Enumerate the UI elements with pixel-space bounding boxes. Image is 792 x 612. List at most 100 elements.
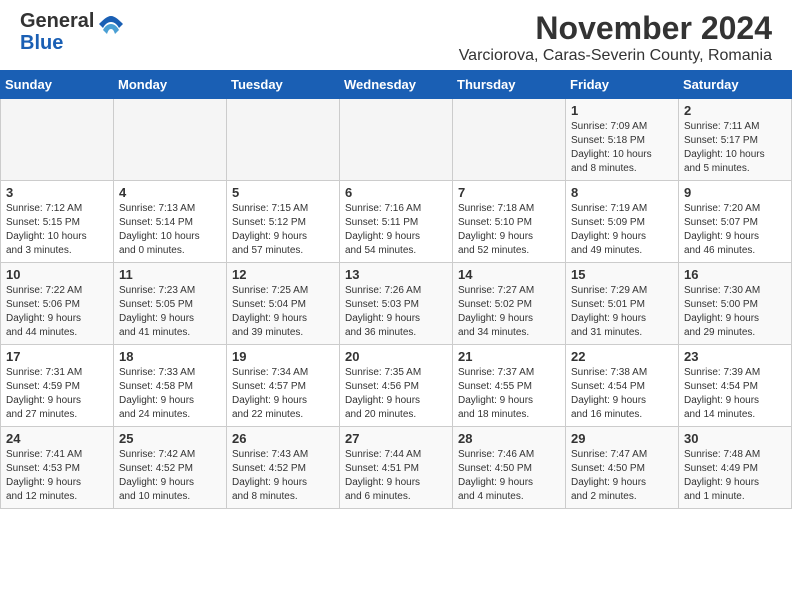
day-info: Sunrise: 7:25 AM Sunset: 5:04 PM Dayligh… [232, 284, 334, 340]
day-number: 22 [571, 349, 673, 364]
calendar-cell: 2Sunrise: 7:11 AM Sunset: 5:17 PM Daylig… [679, 99, 792, 181]
day-number: 1 [571, 103, 673, 118]
calendar-cell: 12 Sunrise: 7:25 AM Sunset: 5:04 PM Dayli… [227, 263, 340, 345]
day-number: 23 [684, 349, 786, 364]
calendar-cell: 11 Sunrise: 7:23 AM Sunset: 5:05 PM Dayli… [114, 263, 227, 345]
day-number: 15 [571, 267, 673, 282]
weekday-header-wednesday: Wednesday [340, 71, 453, 99]
week-row-0: 1 Sunrise: 7:09 AM Sunset: 5:18 PM Daylig… [1, 99, 792, 181]
day-info: Sunrise: 7:33 AM Sunset: 4:58 PM Dayligh… [119, 366, 221, 422]
calendar-cell: 19Sunrise: 7:34 AM Sunset: 4:57 PM Dayli… [227, 345, 340, 427]
calendar-cell: 30Sunrise: 7:48 AM Sunset: 4:49 PM Dayli… [679, 427, 792, 509]
calendar-cell: 10 Sunrise: 7:22 AM Sunset: 5:06 PM Dayli… [1, 263, 114, 345]
calendar-cell: 27 Sunrise: 7:44 AM Sunset: 4:51 PM Dayli… [340, 427, 453, 509]
title-section: November 2024 Varciorova, Caras-Severin … [459, 10, 772, 65]
calendar-cell: 16 Sunrise: 7:30 AM Sunset: 5:00 PM Dayli… [679, 263, 792, 345]
day-number: 26 [232, 431, 334, 446]
weekday-header-thursday: Thursday [453, 71, 566, 99]
day-info: Sunrise: 7:39 AM Sunset: 4:54 PM Dayligh… [684, 366, 786, 422]
calendar-cell: 23 Sunrise: 7:39 AM Sunset: 4:54 PM Dayli… [679, 345, 792, 427]
day-info: Sunrise: 7:43 AM Sunset: 4:52 PM Dayligh… [232, 448, 334, 504]
weekday-header-tuesday: Tuesday [227, 71, 340, 99]
day-info: Sunrise: 7:47 AM Sunset: 4:50 PM Dayligh… [571, 448, 673, 504]
day-number: 14 [458, 267, 560, 282]
calendar-cell: 25Sunrise: 7:42 AM Sunset: 4:52 PM Dayli… [114, 427, 227, 509]
calendar-cell: 26 Sunrise: 7:43 AM Sunset: 4:52 PM Dayli… [227, 427, 340, 509]
calendar-cell: 8Sunrise: 7:19 AM Sunset: 5:09 PM Daylig… [566, 181, 679, 263]
day-number: 28 [458, 431, 560, 446]
day-info: Sunrise: 7:11 AM Sunset: 5:17 PM Dayligh… [684, 120, 786, 176]
calendar-body: 1 Sunrise: 7:09 AM Sunset: 5:18 PM Daylig… [1, 99, 792, 509]
calendar-cell: 15 Sunrise: 7:29 AM Sunset: 5:01 PM Dayli… [566, 263, 679, 345]
month-title: November 2024 [459, 10, 772, 47]
day-number: 13 [345, 267, 447, 282]
calendar-cell [1, 99, 114, 181]
calendar-cell: 1 Sunrise: 7:09 AM Sunset: 5:18 PM Daylig… [566, 99, 679, 181]
calendar-cell: 24 Sunrise: 7:41 AM Sunset: 4:53 PM Dayli… [1, 427, 114, 509]
weekday-header-saturday: Saturday [679, 71, 792, 99]
week-row-4: 24 Sunrise: 7:41 AM Sunset: 4:53 PM Dayli… [1, 427, 792, 509]
location: Varciorova, Caras-Severin County, Romani… [459, 47, 772, 65]
calendar-cell [453, 99, 566, 181]
calendar-cell: 28 Sunrise: 7:46 AM Sunset: 4:50 PM Dayli… [453, 427, 566, 509]
day-info: Sunrise: 7:26 AM Sunset: 5:03 PM Dayligh… [345, 284, 447, 340]
day-number: 27 [345, 431, 447, 446]
calendar-cell [227, 99, 340, 181]
logo: General Blue [20, 10, 125, 54]
day-info: Sunrise: 7:37 AM Sunset: 4:55 PM Dayligh… [458, 366, 560, 422]
day-number: 3 [6, 185, 108, 200]
week-row-3: 17Sunrise: 7:31 AM Sunset: 4:59 PM Dayli… [1, 345, 792, 427]
week-row-2: 10 Sunrise: 7:22 AM Sunset: 5:06 PM Dayli… [1, 263, 792, 345]
day-info: Sunrise: 7:27 AM Sunset: 5:02 PM Dayligh… [458, 284, 560, 340]
calendar-cell: 29 Sunrise: 7:47 AM Sunset: 4:50 PM Dayli… [566, 427, 679, 509]
day-info: Sunrise: 7:44 AM Sunset: 4:51 PM Dayligh… [345, 448, 447, 504]
calendar-cell: 22 Sunrise: 7:38 AM Sunset: 4:54 PM Dayli… [566, 345, 679, 427]
day-info: Sunrise: 7:30 AM Sunset: 5:00 PM Dayligh… [684, 284, 786, 340]
day-info: Sunrise: 7:23 AM Sunset: 5:05 PM Dayligh… [119, 284, 221, 340]
logo-wave-icon [97, 14, 125, 42]
day-number: 29 [571, 431, 673, 446]
day-number: 30 [684, 431, 786, 446]
day-info: Sunrise: 7:46 AM Sunset: 4:50 PM Dayligh… [458, 448, 560, 504]
day-number: 5 [232, 185, 334, 200]
day-info: Sunrise: 7:42 AM Sunset: 4:52 PM Dayligh… [119, 448, 221, 504]
day-number: 10 [6, 267, 108, 282]
calendar-cell: 18 Sunrise: 7:33 AM Sunset: 4:58 PM Dayli… [114, 345, 227, 427]
day-number: 21 [458, 349, 560, 364]
day-info: Sunrise: 7:38 AM Sunset: 4:54 PM Dayligh… [571, 366, 673, 422]
day-info: Sunrise: 7:22 AM Sunset: 5:06 PM Dayligh… [6, 284, 108, 340]
day-number: 18 [119, 349, 221, 364]
day-info: Sunrise: 7:18 AM Sunset: 5:10 PM Dayligh… [458, 202, 560, 258]
calendar-cell: 9 Sunrise: 7:20 AM Sunset: 5:07 PM Daylig… [679, 181, 792, 263]
day-info: Sunrise: 7:09 AM Sunset: 5:18 PM Dayligh… [571, 120, 673, 176]
day-number: 7 [458, 185, 560, 200]
weekday-header-sunday: Sunday [1, 71, 114, 99]
day-number: 20 [345, 349, 447, 364]
day-info: Sunrise: 7:29 AM Sunset: 5:01 PM Dayligh… [571, 284, 673, 340]
day-number: 9 [684, 185, 786, 200]
week-row-1: 3Sunrise: 7:12 AM Sunset: 5:15 PM Daylig… [1, 181, 792, 263]
calendar-cell: 13 Sunrise: 7:26 AM Sunset: 5:03 PM Dayli… [340, 263, 453, 345]
calendar-cell: 21 Sunrise: 7:37 AM Sunset: 4:55 PM Dayli… [453, 345, 566, 427]
calendar-cell: 5 Sunrise: 7:15 AM Sunset: 5:12 PM Daylig… [227, 181, 340, 263]
weekday-header-friday: Friday [566, 71, 679, 99]
day-number: 4 [119, 185, 221, 200]
weekday-header-monday: Monday [114, 71, 227, 99]
page-header: General Blue November 2024 Varciorova, C… [0, 0, 792, 70]
day-info: Sunrise: 7:16 AM Sunset: 5:11 PM Dayligh… [345, 202, 447, 258]
logo-blue: Blue [20, 32, 63, 54]
day-number: 24 [6, 431, 108, 446]
day-info: Sunrise: 7:20 AM Sunset: 5:07 PM Dayligh… [684, 202, 786, 258]
calendar-cell: 20 Sunrise: 7:35 AM Sunset: 4:56 PM Dayli… [340, 345, 453, 427]
logo-general: General [20, 10, 94, 32]
day-info: Sunrise: 7:15 AM Sunset: 5:12 PM Dayligh… [232, 202, 334, 258]
day-number: 11 [119, 267, 221, 282]
day-number: 12 [232, 267, 334, 282]
calendar-cell: 6Sunrise: 7:16 AM Sunset: 5:11 PM Daylig… [340, 181, 453, 263]
day-number: 16 [684, 267, 786, 282]
calendar-cell: 4Sunrise: 7:13 AM Sunset: 5:14 PM Daylig… [114, 181, 227, 263]
day-info: Sunrise: 7:35 AM Sunset: 4:56 PM Dayligh… [345, 366, 447, 422]
day-info: Sunrise: 7:41 AM Sunset: 4:53 PM Dayligh… [6, 448, 108, 504]
weekday-header-row: SundayMondayTuesdayWednesdayThursdayFrid… [1, 71, 792, 99]
calendar-cell: 7 Sunrise: 7:18 AM Sunset: 5:10 PM Daylig… [453, 181, 566, 263]
